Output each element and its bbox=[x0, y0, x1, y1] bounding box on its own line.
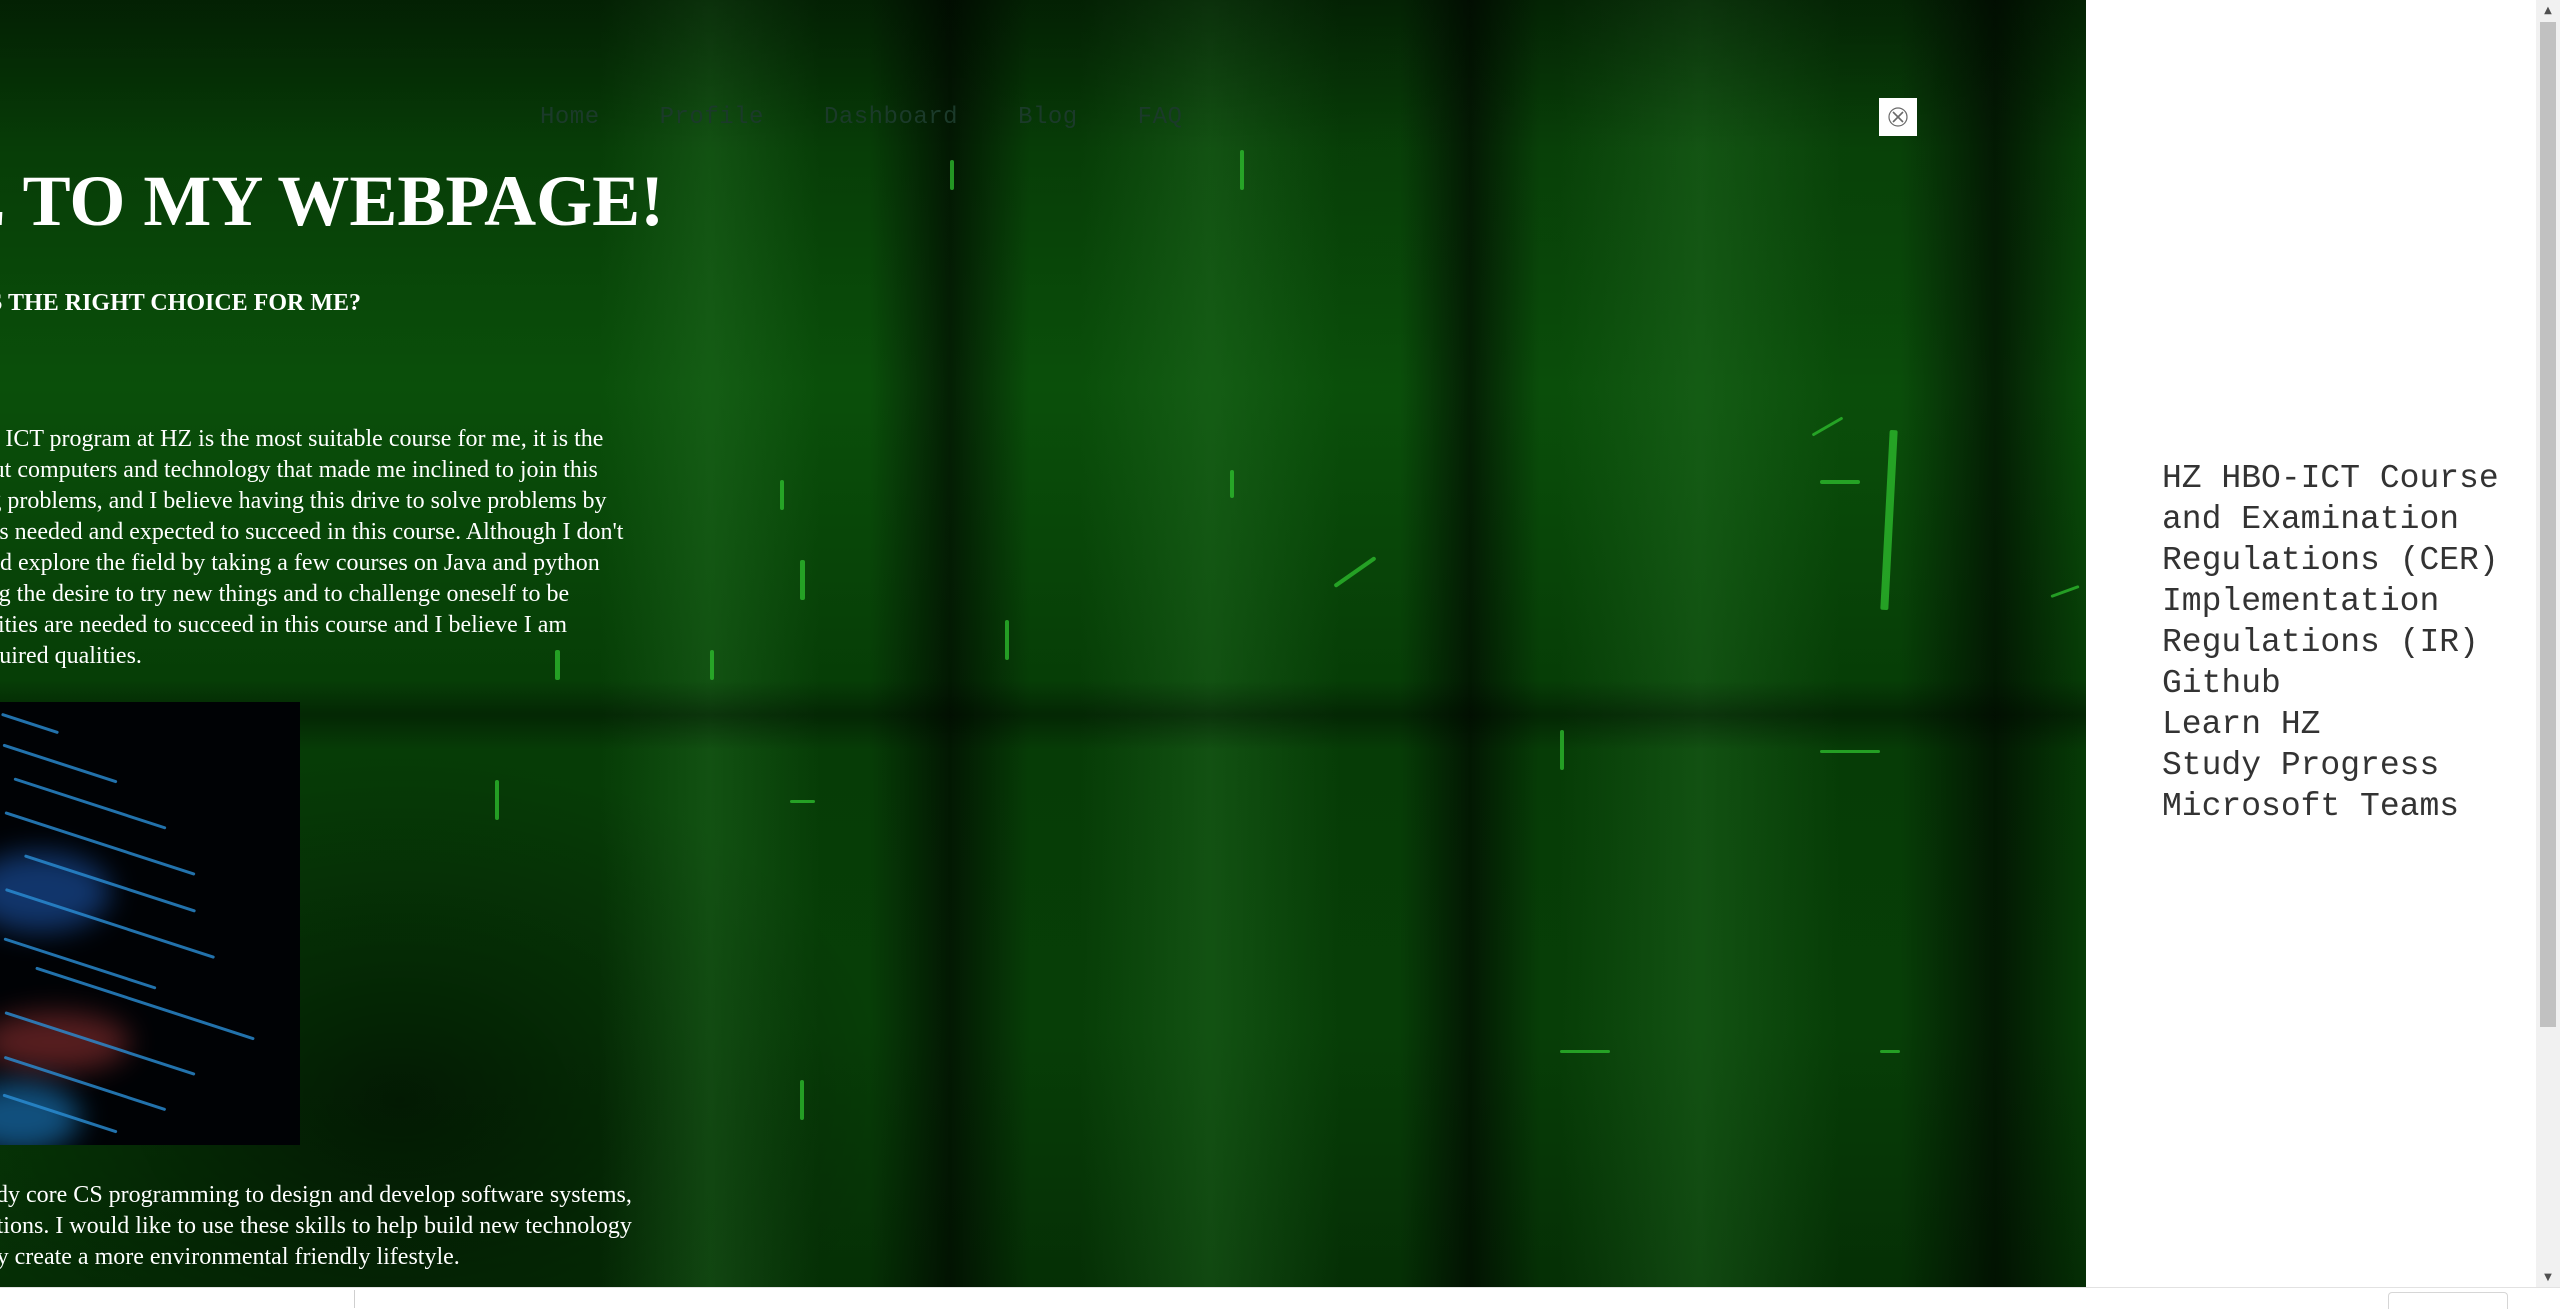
link-cer-line-2[interactable]: and Examination bbox=[2162, 499, 2499, 540]
link-github[interactable]: Github bbox=[2162, 663, 2499, 704]
link-learn-hz[interactable]: Learn HZ bbox=[2162, 704, 2499, 745]
page-subtitle: RAM AT HZ IS THE RIGHT CHOICE FOR ME? bbox=[0, 290, 361, 316]
link-ir-line-2[interactable]: Regulations (IR) bbox=[2162, 622, 2499, 663]
paragraph-line: e qualities are needed to succeed in thi… bbox=[0, 612, 568, 638]
top-nav: Home Profile Dashboard Blog FAQ bbox=[540, 104, 1242, 131]
link-microsoft-teams[interactable]: Microsoft Teams bbox=[2162, 786, 2499, 827]
paragraph-line: ociety create a more environmental frien… bbox=[0, 1244, 460, 1270]
background-speck bbox=[1230, 470, 1234, 498]
background-glow bbox=[1080, 0, 1340, 1287]
link-cer-line-3[interactable]: Regulations (CER) bbox=[2162, 540, 2499, 581]
sidebar-links: HZ HBO-ICT Course and Examination Regula… bbox=[2162, 458, 2499, 827]
close-button[interactable] bbox=[1879, 98, 1917, 136]
paragraph-line: Having the desire to try new things and … bbox=[0, 581, 570, 607]
background-shade bbox=[1400, 0, 1540, 1287]
paragraph-line: he required qualities. bbox=[0, 643, 142, 669]
background-speck bbox=[1880, 1050, 1900, 1053]
background-speck bbox=[950, 160, 954, 190]
image-code-line bbox=[2, 743, 118, 784]
bottom-tab[interactable] bbox=[2388, 1292, 2508, 1309]
close-icon bbox=[1888, 107, 1908, 127]
nav-home[interactable]: Home bbox=[540, 104, 600, 131]
background-shade bbox=[0, 680, 2086, 750]
sidebar: HZ HBO-ICT Course and Examination Regula… bbox=[2086, 0, 2536, 1287]
main-content: Home Profile Dashboard Blog FAQ ME TO MY… bbox=[0, 0, 2086, 1287]
background-speck bbox=[1820, 480, 1860, 484]
background-glow bbox=[1560, 0, 1840, 1287]
background-speck bbox=[1880, 429, 1898, 611]
image-glow bbox=[0, 1082, 80, 1145]
background-speck bbox=[1560, 730, 1564, 770]
background-speck bbox=[790, 800, 815, 803]
divider bbox=[354, 1290, 355, 1308]
background-speck bbox=[1240, 150, 1244, 190]
page-title: ME TO MY WEBPAGE! bbox=[0, 161, 665, 241]
bottom-bar bbox=[0, 1287, 2560, 1309]
paragraph-line: hy the ICT program at HZ is the most sui… bbox=[0, 426, 604, 452]
nav-dashboard[interactable]: Dashboard bbox=[824, 104, 958, 131]
nav-blog[interactable]: Blog bbox=[1018, 104, 1078, 131]
paragraph-line: what is needed and expected to succeed i… bbox=[0, 519, 624, 545]
background-speck bbox=[710, 650, 714, 680]
nav-profile[interactable]: Profile bbox=[660, 104, 764, 131]
background-speck bbox=[1560, 1050, 1610, 1053]
background-speck bbox=[1005, 620, 1009, 660]
arrow-down-icon[interactable]: ▼ bbox=[2536, 1267, 2560, 1287]
vertical-scrollbar[interactable]: ▲ ▼ bbox=[2536, 0, 2560, 1287]
paragraph-line: o study core CS programming to design an… bbox=[0, 1182, 632, 1208]
background-speck bbox=[780, 480, 784, 510]
scrollbar-thumb[interactable] bbox=[2540, 22, 2556, 1027]
link-ir-line-1[interactable]: Implementation bbox=[2162, 581, 2499, 622]
background-speck bbox=[495, 780, 499, 820]
goals-paragraph: o study core CS programming to design an… bbox=[0, 1180, 632, 1273]
page: Home Profile Dashboard Blog FAQ ME TO MY… bbox=[0, 0, 2560, 1309]
paragraph-line: olving problems, and I believe having th… bbox=[0, 488, 607, 514]
link-cer-line-1[interactable]: HZ HBO-ICT Course bbox=[2162, 458, 2499, 499]
link-study-progress[interactable]: Study Progress bbox=[2162, 745, 2499, 786]
background-shade bbox=[1900, 0, 2086, 1287]
motivation-paragraph: hy the ICT program at HZ is the most sui… bbox=[0, 424, 623, 672]
background-speck bbox=[800, 560, 805, 600]
arrow-up-icon[interactable]: ▲ bbox=[2536, 0, 2560, 20]
background-speck bbox=[1820, 750, 1880, 753]
paragraph-line: g about computers and technology that ma… bbox=[0, 457, 598, 483]
paragraph-line: plications. I would like to use these sk… bbox=[0, 1213, 632, 1239]
nav-faq[interactable]: FAQ bbox=[1138, 104, 1183, 131]
background-speck bbox=[800, 1080, 804, 1120]
image-code-line bbox=[1, 712, 59, 735]
code-image bbox=[0, 702, 300, 1145]
paragraph-line: ce I did explore the field by taking a f… bbox=[0, 550, 600, 576]
